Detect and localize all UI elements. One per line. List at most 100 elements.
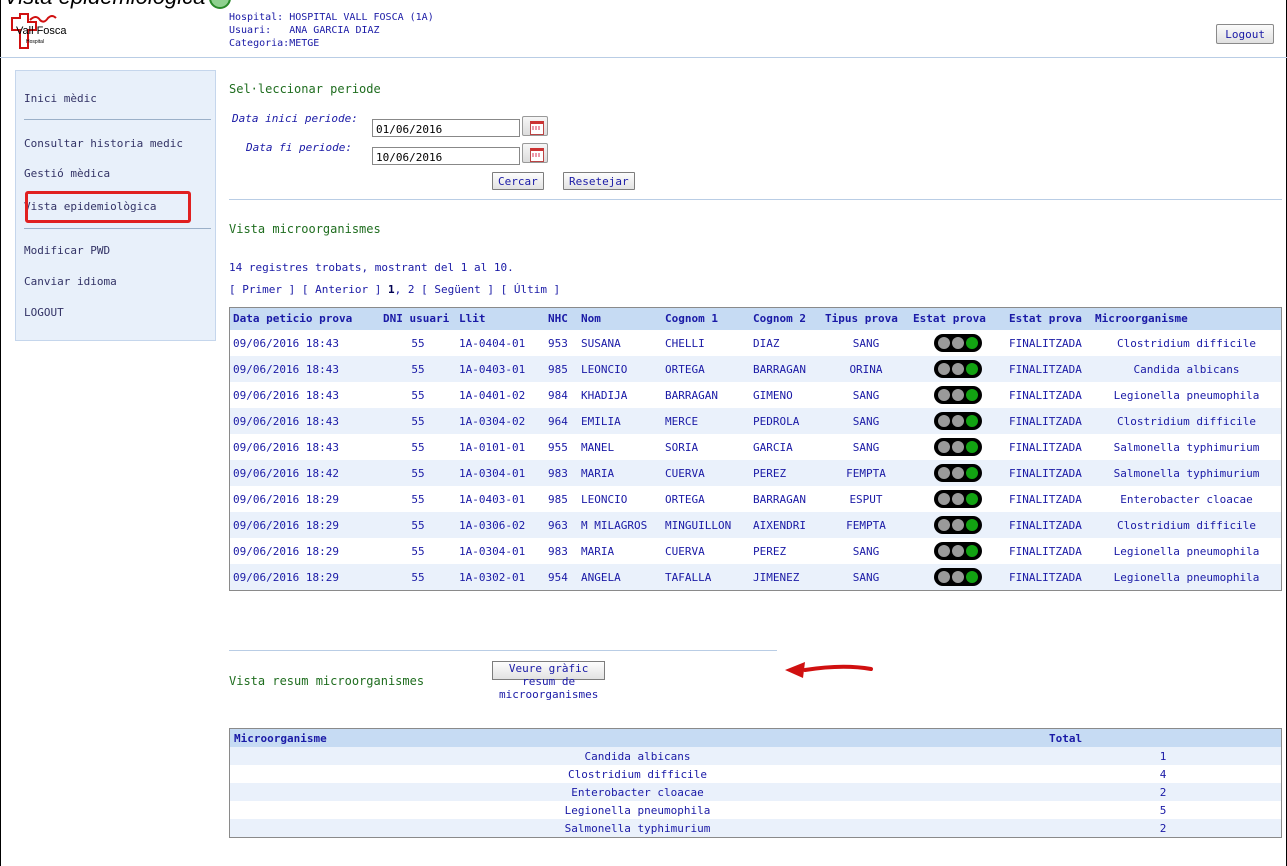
sidebar-item-canviar-idioma[interactable]: Canviar idioma [24,275,117,288]
table-row[interactable]: 09/06/2016 18:29 55 1A-0302-01 954 ANGELA TAF… [230,564,1281,590]
summary-row: Clostridium difficile 4 [230,765,1281,783]
pager-first[interactable]: [ Primer ] [229,283,295,296]
cell-status: FINALITZADA [1009,440,1082,454]
table-header-col-bed: Llit [456,308,545,331]
pager-last[interactable]: [ Últim ] [501,283,561,296]
cell-dni: 55 [411,336,425,350]
table-header-col-microorganism: Microorganisme [1092,308,1281,331]
summary-header-total: Total [1045,729,1281,747]
cell-name: ANGELA [578,564,662,590]
cell-nhc: 955 [548,440,568,454]
sidebar-item-gestio-medica[interactable]: Gestió mèdica [24,167,110,180]
cell-dni: 55 [380,460,456,486]
cell-status: FINALITZADA [1006,564,1092,590]
cell-date: 09/06/2016 18:29 [230,564,380,590]
calendar-icon[interactable] [522,116,548,136]
cell-surname1: CHELLI [665,336,705,350]
divider [229,199,1282,200]
micro-title: Vista microorganismes [229,222,381,236]
cell-surname1: CUERVA [662,460,750,486]
pager-current-page: 1 [387,283,395,296]
start-date-input[interactable] [372,119,520,137]
logo-text: Vall Fosca [16,25,67,37]
table-row[interactable]: 09/06/2016 18:43 55 1A-0401-02 984 KHADIJA BA… [230,382,1281,408]
cell-surname1: SORIA [665,440,699,454]
category-value: METGE [289,38,320,49]
end-date-input[interactable] [372,147,520,165]
traffic-light-icon [934,412,982,430]
cell-microorganism: Clostridium difficile [1092,512,1281,538]
table-header-col-surname2: Cognom 2 [750,308,822,331]
cell-test-type: ORINA [822,356,910,382]
view-chart-button[interactable]: Veure gràfic resum de microorganismes [492,661,606,701]
sidebar-item-consultar-historia[interactable]: Consultar historia medic [24,137,183,150]
table-row[interactable]: 09/06/2016 18:42 55 1A-0304-01 983 MARIA CUER… [230,460,1281,486]
pager-page-2[interactable]: 2 [408,283,415,296]
table-header-col-nhc: NHC [545,308,578,331]
cell-bed: 1A-0403-01 [459,492,526,506]
cell-nhc: 963 [545,512,578,538]
calendar-icon[interactable] [522,143,548,163]
cell-microorganism: Legionella pneumophila [1092,564,1281,590]
cell-dni: 55 [380,512,456,538]
cell-status-light [910,460,1006,486]
traffic-light-icon [934,386,982,404]
summary-cell-total: 4 [1159,767,1167,781]
table-header-col-dni: DNI usuari [380,308,456,331]
cell-dni: 55 [380,408,456,434]
cell-bed: 1A-0304-02 [456,408,545,434]
cell-surname2: PEREZ [750,460,822,486]
table-row[interactable]: 09/06/2016 18:43 55 1A-0404-01 953 SUSANA CHE… [230,330,1281,356]
table-header-col-test-type: Tipus prova [822,308,910,331]
cell-bed: 1A-0306-02 [456,512,545,538]
cell-name: MANEL [581,440,615,454]
cell-test-type: SANG [822,408,910,434]
table-row[interactable]: 09/06/2016 18:29 55 1A-0403-01 985 LEONCIO OR… [230,486,1281,512]
cell-status-light [910,564,1006,590]
table-row[interactable]: 09/06/2016 18:29 55 1A-0306-02 963 M MILAGRO… [230,512,1281,538]
table-row[interactable]: 09/06/2016 18:43 55 1A-0304-02 964 EMILIA MER… [230,408,1281,434]
cell-name: LEONCIO [581,492,628,506]
end-date-label: Data fi periode: [246,141,352,154]
search-button[interactable]: Cercar [492,172,544,190]
sidebar-divider [24,119,211,120]
cell-date: 09/06/2016 18:43 [233,388,339,402]
traffic-light-icon [934,490,982,508]
table-row[interactable]: 09/06/2016 18:29 55 1A-0304-01 983 MARIA CUER… [230,538,1281,564]
sidebar-item-modificar-pwd[interactable]: Modificar PWD [24,244,110,257]
table-row[interactable]: 09/06/2016 18:43 55 1A-0101-01 955 MANEL SORI… [230,434,1281,460]
cell-name: M MILAGROS [578,512,662,538]
cell-status-light [910,538,1006,564]
cell-status: FINALITZADA [1009,336,1082,350]
summary-header-microorganism: Microorganisme [230,729,1045,747]
sidebar-item-logout[interactable]: LOGOUT [24,306,64,319]
cell-surname1: CUERVA [665,544,705,558]
cell-surname2: GARCIA [753,440,793,454]
cell-test-type: SANG [822,564,910,590]
cell-surname2: DIAZ [753,336,780,350]
cell-test-type: SANG [852,388,880,402]
cell-microorganism: Legionella pneumophila [1113,388,1260,402]
table-header-col-date: Data peticio prova [230,308,380,331]
cell-status: FINALITZADA [1006,408,1092,434]
cell-status: FINALITZADA [1009,492,1082,506]
logout-button[interactable]: Logout [1216,24,1274,44]
pagination: [ Primer ] [ Anterior ] 1, 2 [ Següent ]… [229,283,561,296]
cell-date: 09/06/2016 18:43 [233,440,339,454]
table-body: 09/06/2016 18:43 55 1A-0404-01 953 SUSANA CHE… [230,330,1281,590]
cell-status-light [910,434,1006,460]
cell-status: FINALITZADA [1006,356,1092,382]
cell-surname2: PEDROLA [750,408,822,434]
user-info: Hospital: HOSPITAL VALL FOSCA (1A) Usuar… [229,11,434,50]
cell-nhc: 953 [548,336,568,350]
table-row[interactable]: 09/06/2016 18:43 55 1A-0403-01 985 LEONCIO OR… [230,356,1281,382]
sidebar-item-inici-medic[interactable]: Inici mèdic [24,92,97,105]
cell-test-type: FEMPTA [822,460,910,486]
cell-surname2: BARRAGAN [750,356,822,382]
cell-surname2: BARRAGAN [753,492,806,506]
cell-nhc: 983 [545,460,578,486]
pager-next[interactable]: [ Següent ] [421,283,494,296]
reset-button[interactable]: Resetejar [563,172,635,190]
cell-bed: 1A-0101-01 [459,440,526,454]
pager-prev[interactable]: [ Anterior ] [302,283,381,296]
